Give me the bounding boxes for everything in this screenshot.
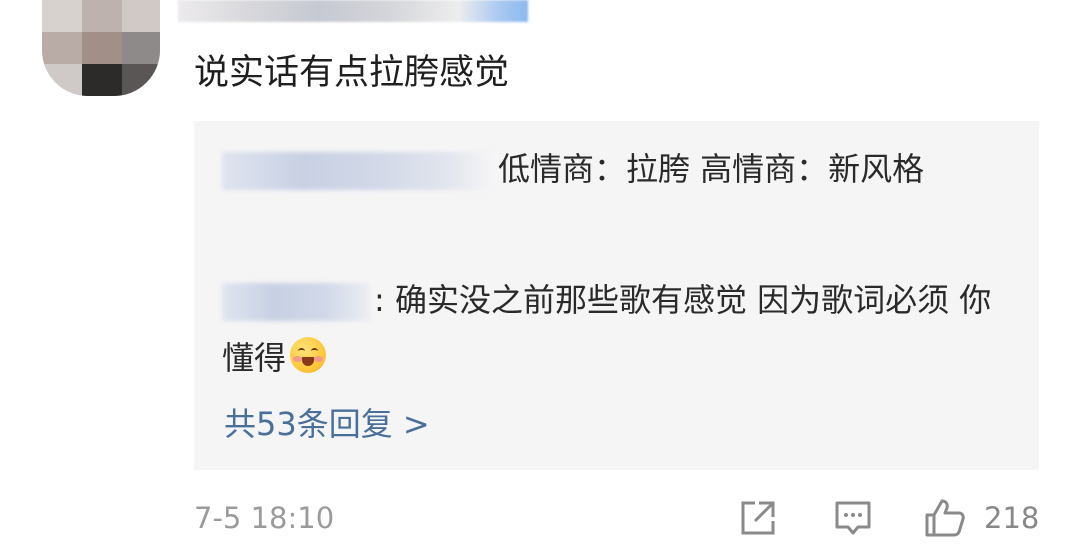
- reply-item[interactable]: : 确实没之前那些歌有感觉 因为歌词必须 你懂得: [222, 271, 1022, 387]
- like-count: 218: [984, 501, 1040, 535]
- reply-text: 低情商：拉胯 高情商：新风格: [498, 150, 925, 188]
- comment-timestamp: 7-5 18:10: [194, 501, 335, 535]
- reply-username-blurred[interactable]: [222, 283, 370, 321]
- reply-item[interactable]: 低情商：拉胯 高情商：新风格: [222, 140, 982, 198]
- share-icon[interactable]: [737, 497, 779, 543]
- comment-text: 说实话有点拉胯感觉: [194, 53, 510, 93]
- avatar[interactable]: [42, 0, 160, 96]
- more-replies-link[interactable]: 共53条回复 >: [224, 399, 430, 449]
- reply-username-blurred[interactable]: [222, 152, 492, 190]
- like-icon[interactable]: [923, 497, 967, 543]
- smiling-face-with-hands-emoji: [290, 337, 327, 373]
- username-blurred[interactable]: [178, 0, 528, 22]
- reply-box[interactable]: 低情商：拉胯 高情商：新风格 : 确实没之前那些歌有感觉 因为歌词必须 你懂得 …: [194, 121, 1039, 470]
- comment-icon[interactable]: [832, 497, 874, 543]
